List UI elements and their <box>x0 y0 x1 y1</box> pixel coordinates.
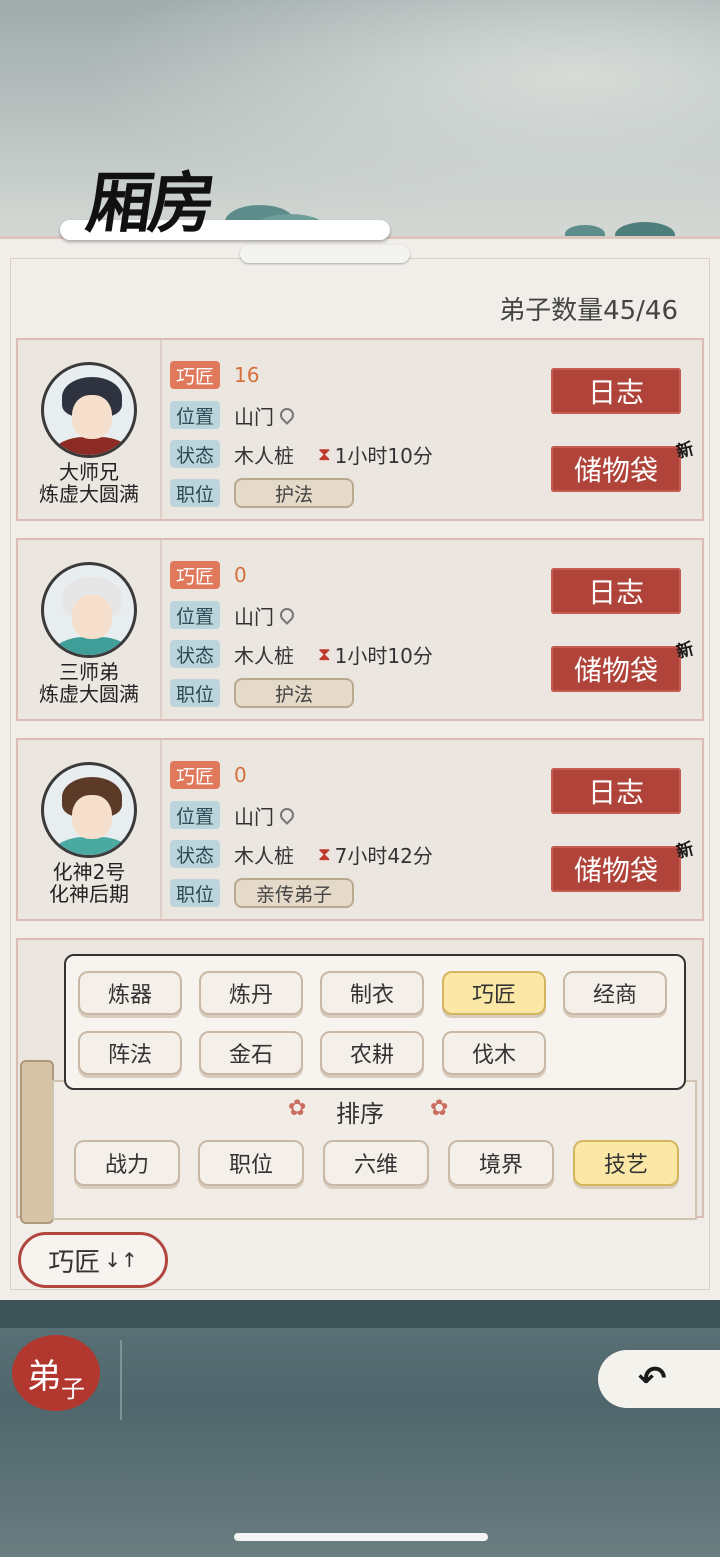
storage-bag-button[interactable]: 储物袋新 <box>551 839 696 892</box>
disciple-card[interactable]: 大师兄 炼虚大圆满 巧匠 16 位置 山门 状态 木人桩 ⧗ 1小时10分 职位… <box>16 338 704 521</box>
bottom-strip <box>0 1300 720 1328</box>
disciple-realm: 炼虚大圆满 <box>39 482 139 506</box>
card-portrait-area: 化神2号 化神后期 <box>18 740 162 919</box>
home-indicator[interactable] <box>234 1533 488 1541</box>
disciple-realm: 化神后期 <box>49 882 129 906</box>
sort-option-realm[interactable]: 境界 <box>448 1140 554 1186</box>
filter-option-logging[interactable]: 伐木 <box>442 1031 546 1075</box>
page-title: 厢房 <box>81 164 217 242</box>
disciple-card[interactable]: 三师弟 炼虚大圆满 巧匠 0 位置 山门 状态 木人桩 ⧗ 1小时10分 职位 … <box>16 538 704 721</box>
back-button[interactable]: ↶ <box>598 1350 720 1408</box>
log-button[interactable]: 日志 <box>551 768 681 814</box>
new-badge: 新 <box>674 639 696 663</box>
location-value: 山门 <box>234 404 274 429</box>
disciple-card[interactable]: 化神2号 化神后期 巧匠 0 位置 山门 状态 木人桩 ⧗ 7小时42分 职位 … <box>16 738 704 921</box>
flower-icon: ✿ <box>430 1096 449 1121</box>
location-value: 山门 <box>234 604 274 629</box>
hourglass-icon: ⧗ <box>318 643 331 665</box>
tab-disciples-sublabel: 子 <box>61 1374 85 1403</box>
avatar[interactable] <box>41 762 137 858</box>
new-badge: 新 <box>674 439 696 463</box>
status-timer: 1小时10分 <box>334 443 433 468</box>
skill-tag: 巧匠 <box>170 361 220 389</box>
sort-option-post[interactable]: 职位 <box>198 1140 304 1186</box>
status-value: 木人桩 <box>234 643 294 668</box>
hourglass-icon: ⧗ <box>318 443 331 465</box>
sort-option-skill[interactable]: 技艺 <box>573 1140 679 1186</box>
log-button[interactable]: 日志 <box>551 568 681 614</box>
location-value: 山门 <box>234 804 274 829</box>
disciple-realm: 炼虚大圆满 <box>39 682 139 706</box>
back-arrow-icon: ↶ <box>638 1359 667 1399</box>
status-timer: 1小时10分 <box>334 643 433 668</box>
post-button[interactable]: 护法 <box>234 478 354 508</box>
scroll-roll <box>20 1060 54 1224</box>
status-timer: 7小时42分 <box>334 843 433 868</box>
skill-tag: 巧匠 <box>170 561 220 589</box>
avatar[interactable] <box>41 562 137 658</box>
tab-disciples[interactable]: 弟子 <box>12 1335 100 1411</box>
filter-option-tailoring[interactable]: 制衣 <box>320 971 424 1015</box>
location-pin-icon <box>277 805 297 825</box>
skill-value: 0 <box>234 563 247 587</box>
card-portrait-area: 大师兄 炼虚大圆满 <box>18 340 162 519</box>
new-badge: 新 <box>674 839 696 863</box>
location-tag: 位置 <box>170 401 220 429</box>
filter-option-commerce[interactable]: 经商 <box>563 971 667 1015</box>
log-button[interactable]: 日志 <box>551 368 681 414</box>
skill-value: 16 <box>234 363 260 387</box>
bottom-background <box>0 1300 720 1557</box>
disciple-name: 大师兄 <box>59 460 119 484</box>
location-pin-icon <box>277 405 297 425</box>
skill-tag: 巧匠 <box>170 761 220 789</box>
post-tag: 职位 <box>170 679 220 707</box>
hourglass-icon: ⧗ <box>318 843 331 865</box>
filter-option-stonework[interactable]: 金石 <box>199 1031 303 1075</box>
card-portrait-area: 三师弟 炼虚大圆满 <box>18 540 162 719</box>
tab-disciples-label: 弟 <box>27 1356 61 1397</box>
filter-option-alchemy[interactable]: 炼丹 <box>199 971 303 1015</box>
status-value: 木人桩 <box>234 843 294 868</box>
post-button[interactable]: 护法 <box>234 678 354 708</box>
filter-option-formation[interactable]: 阵法 <box>78 1031 182 1075</box>
location-pin-icon <box>277 605 297 625</box>
status-tag: 状态 <box>170 840 220 868</box>
disciple-count: 弟子数量45/46 <box>499 296 678 326</box>
disciple-name: 三师弟 <box>59 660 119 684</box>
sort-title: 排序 <box>336 1100 384 1128</box>
post-tag: 职位 <box>170 479 220 507</box>
post-tag: 职位 <box>170 879 220 907</box>
status-tag: 状态 <box>170 640 220 668</box>
storage-bag-button[interactable]: 储物袋新 <box>551 639 696 692</box>
title-ribbon-lower <box>240 245 410 263</box>
sort-toggle-label: 巧匠 <box>48 1247 101 1278</box>
nav-divider <box>120 1340 122 1420</box>
filter-option-refining[interactable]: 炼器 <box>78 971 182 1015</box>
status-value: 木人桩 <box>234 443 294 468</box>
sort-toggle-button[interactable]: 巧匠 ↓↑ <box>18 1232 168 1288</box>
location-tag: 位置 <box>170 601 220 629</box>
avatar[interactable] <box>41 362 137 458</box>
filter-option-farming[interactable]: 农耕 <box>320 1031 424 1075</box>
storage-bag-button[interactable]: 储物袋新 <box>551 439 696 492</box>
location-tag: 位置 <box>170 801 220 829</box>
filter-option-craftsman[interactable]: 巧匠 <box>442 971 546 1015</box>
sort-option-six-dimensions[interactable]: 六维 <box>323 1140 429 1186</box>
sort-option-power[interactable]: 战力 <box>74 1140 180 1186</box>
status-tag: 状态 <box>170 440 220 468</box>
skill-value: 0 <box>234 763 247 787</box>
sort-direction-icon: ↓↑ <box>104 1248 138 1272</box>
disciple-name: 化神2号 <box>52 860 126 884</box>
post-button[interactable]: 亲传弟子 <box>234 878 354 908</box>
